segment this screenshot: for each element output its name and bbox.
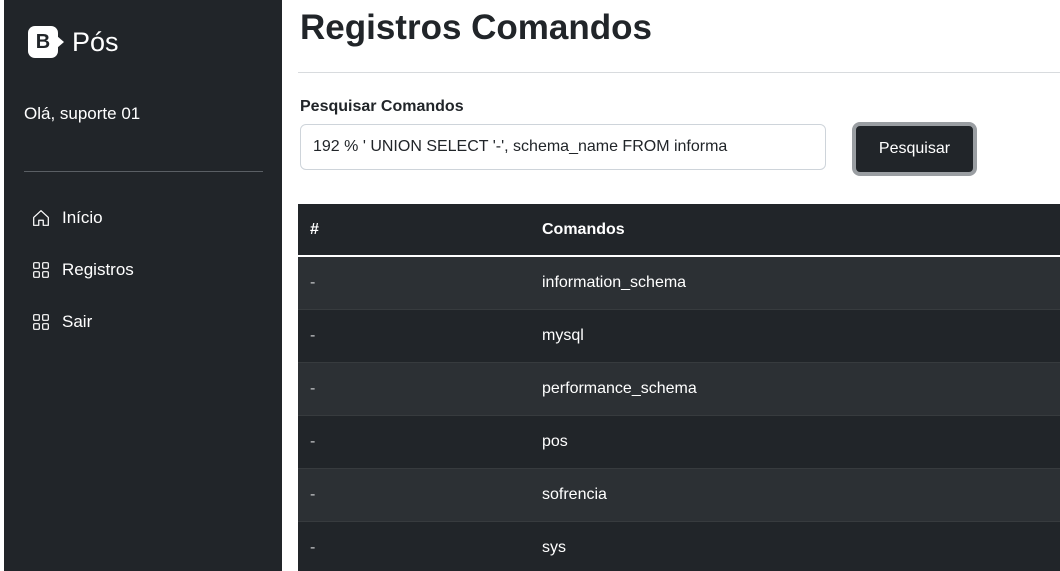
search-button[interactable]: Pesquisar — [852, 122, 977, 176]
table-cell-index: - — [298, 521, 542, 571]
table-cell-command: information_schema — [542, 255, 1060, 310]
brand-name: Pós — [72, 26, 119, 57]
commands-table: # Comandos - information_schema - mysql … — [298, 204, 1060, 571]
grid-icon — [33, 314, 49, 330]
sidebar-item-sair[interactable]: Sair — [32, 309, 134, 335]
search-label: Pesquisar Comandos — [300, 98, 464, 115]
table-cell-command: pos — [542, 415, 1060, 469]
sidebar: B Pós Olá, suporte 01 Início Registros S… — [4, 0, 282, 571]
home-icon — [33, 210, 49, 226]
grid-icon — [33, 262, 49, 278]
table-cell-index: - — [298, 309, 542, 363]
user-greeting: Olá, suporte 01 — [24, 104, 141, 123]
column-header-commands: Comandos — [542, 204, 1060, 257]
logo-letter: B — [28, 26, 58, 58]
sidebar-item-registros[interactable]: Registros — [32, 257, 134, 283]
table-cell-command: mysql — [542, 309, 1060, 363]
sidebar-divider — [24, 171, 263, 172]
table-cell-index: - — [298, 468, 542, 522]
app-root: B Pós Olá, suporte 01 Início Registros S… — [0, 0, 1060, 571]
table-row: - sys — [298, 521, 1060, 571]
table-row: - performance_schema — [298, 362, 1060, 416]
table-row: - information_schema — [298, 255, 1060, 310]
sidebar-item-inicio[interactable]: Início — [32, 205, 134, 231]
table-row: - sofrencia — [298, 468, 1060, 522]
sidebar-item-label: Sair — [62, 312, 93, 331]
table-cell-command: sofrencia — [542, 468, 1060, 522]
title-divider — [298, 72, 1060, 73]
table-row: - pos — [298, 415, 1060, 469]
bootstrap-logo-icon: B — [26, 24, 66, 60]
sidebar-item-label: Registros — [62, 260, 134, 279]
search-input[interactable] — [300, 124, 826, 170]
table-row: - mysql — [298, 309, 1060, 363]
table-cell-index: - — [298, 362, 542, 416]
table-cell-index: - — [298, 415, 542, 469]
sidebar-nav: Início Registros Sair — [32, 205, 134, 361]
page-title: Registros Comandos — [300, 8, 652, 47]
sidebar-item-label: Início — [62, 208, 103, 227]
table-cell-command: performance_schema — [542, 362, 1060, 416]
table-header-row: # Comandos — [298, 204, 1060, 257]
brand[interactable]: B Pós — [26, 24, 119, 60]
table-cell-command: sys — [542, 521, 1060, 571]
column-header-index: # — [298, 204, 542, 257]
table-cell-index: - — [298, 255, 542, 310]
main-content: Registros Comandos Pesquisar Comandos Pe… — [298, 0, 1060, 571]
